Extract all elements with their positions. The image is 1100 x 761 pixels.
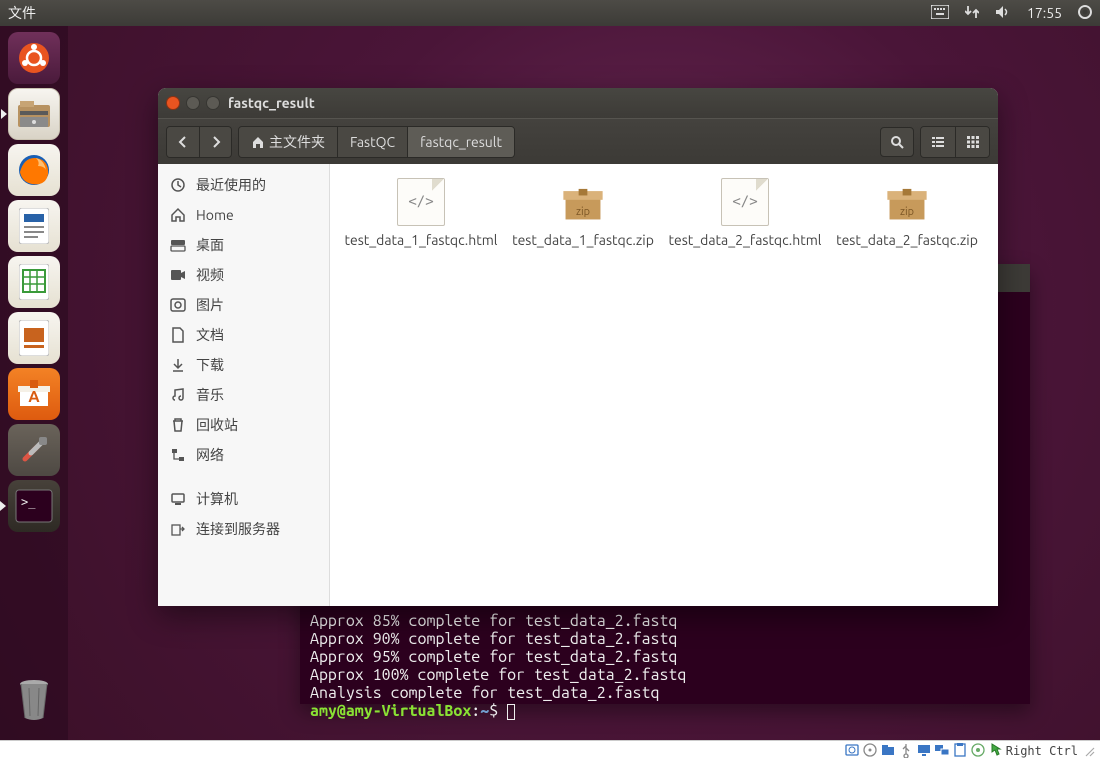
vm-display2-icon[interactable] <box>934 742 950 761</box>
vm-mouse-icon[interactable] <box>988 742 1004 761</box>
volume-indicator-icon[interactable] <box>995 5 1011 22</box>
session-indicator-icon[interactable] <box>1078 5 1092 22</box>
file-manager-window: fastqc_result 主文件夹 FastQC fastqc_result … <box>158 88 998 606</box>
sidebar-music[interactable]: 音乐 <box>158 380 329 410</box>
svg-text:zip: zip <box>900 206 914 218</box>
svg-text:A: A <box>28 388 40 406</box>
sidebar-recent[interactable]: 最近使用的 <box>158 170 329 200</box>
launcher-dash[interactable] <box>8 32 60 84</box>
topbar-appmenu[interactable]: 文件 <box>8 3 36 23</box>
sidebar-home[interactable]: Home <box>158 200 329 230</box>
terminal-cursor <box>507 704 515 720</box>
zip-file-icon: zip <box>559 178 607 226</box>
vm-harddisk-icon[interactable] <box>844 742 860 761</box>
launcher: A >_ <box>0 26 68 740</box>
launcher-settings[interactable] <box>8 424 60 476</box>
fm-content[interactable]: </>test_data_1_fastqc.html ziptest_data_… <box>330 164 998 606</box>
file-item[interactable]: </>test_data_1_fastqc.html <box>344 178 498 592</box>
html-file-icon: </> <box>397 178 445 226</box>
nav-forward-button[interactable] <box>199 127 231 157</box>
file-item[interactable]: </>test_data_2_fastqc.html <box>668 178 822 592</box>
sidebar-documents[interactable]: 文档 <box>158 320 329 350</box>
window-close-button[interactable] <box>166 96 180 110</box>
breadcrumb-segment-1[interactable]: fastqc_result <box>407 127 514 157</box>
vm-recording-icon[interactable] <box>970 742 986 761</box>
launcher-terminal[interactable]: >_ <box>8 480 60 532</box>
launcher-software[interactable]: A <box>8 368 60 420</box>
launcher-calc[interactable] <box>8 256 60 308</box>
sidebar-pictures[interactable]: 图片 <box>158 290 329 320</box>
breadcrumb-segment-0[interactable]: FastQC <box>337 127 407 157</box>
search-button[interactable] <box>880 127 914 157</box>
window-maximize-button[interactable] <box>206 96 220 110</box>
file-item[interactable]: ziptest_data_2_fastqc.zip <box>830 178 984 592</box>
vm-usb-icon[interactable] <box>898 742 914 761</box>
zip-file-icon: zip <box>883 178 931 226</box>
sidebar-videos[interactable]: 视频 <box>158 260 329 290</box>
keyboard-indicator-icon[interactable] <box>931 5 949 22</box>
vm-clipboard-icon[interactable] <box>952 742 968 761</box>
vm-resize-icon[interactable] <box>1080 742 1096 761</box>
nav-back-button[interactable] <box>167 127 199 157</box>
svg-text:>_: >_ <box>21 495 36 509</box>
sidebar-downloads[interactable]: 下载 <box>158 350 329 380</box>
html-file-icon: </> <box>721 178 769 226</box>
sidebar-trash[interactable]: 回收站 <box>158 410 329 440</box>
vm-optical-icon[interactable] <box>862 742 878 761</box>
launcher-impress[interactable] <box>8 312 60 364</box>
fm-toolbar: 主文件夹 FastQC fastqc_result <box>158 118 998 164</box>
breadcrumb: 主文件夹 FastQC fastqc_result <box>238 126 515 158</box>
fm-sidebar: 最近使用的 Home 桌面 视频 图片 文档 下载 音乐 回收站 网络 计算机 … <box>158 164 330 606</box>
sidebar-connect-server[interactable]: 连接到服务器 <box>158 514 329 544</box>
svg-text:zip: zip <box>576 206 590 218</box>
vm-statusbar: Right Ctrl <box>0 740 1100 761</box>
sidebar-network[interactable]: 网络 <box>158 440 329 470</box>
sidebar-computer[interactable]: 计算机 <box>158 484 329 514</box>
fm-titlebar[interactable]: fastqc_result <box>158 88 998 118</box>
vm-sharedfolder-icon[interactable] <box>880 742 896 761</box>
window-title: fastqc_result <box>228 95 315 111</box>
vm-display-icon[interactable] <box>916 742 932 761</box>
launcher-writer[interactable] <box>8 200 60 252</box>
launcher-files[interactable] <box>8 88 60 140</box>
clock[interactable]: 17:55 <box>1027 5 1062 21</box>
network-indicator-icon[interactable] <box>965 5 979 22</box>
topbar: 文件 17:55 <box>0 0 1100 26</box>
launcher-firefox[interactable] <box>8 144 60 196</box>
view-list-button[interactable] <box>921 127 955 157</box>
breadcrumb-home[interactable]: 主文件夹 <box>239 127 337 157</box>
vm-hostkey: Right Ctrl <box>1006 744 1078 758</box>
sidebar-desktop[interactable]: 桌面 <box>158 230 329 260</box>
view-grid-button[interactable] <box>955 127 989 157</box>
window-minimize-button[interactable] <box>186 96 200 110</box>
launcher-trash[interactable] <box>8 674 60 726</box>
file-item[interactable]: ziptest_data_1_fastqc.zip <box>506 178 660 592</box>
